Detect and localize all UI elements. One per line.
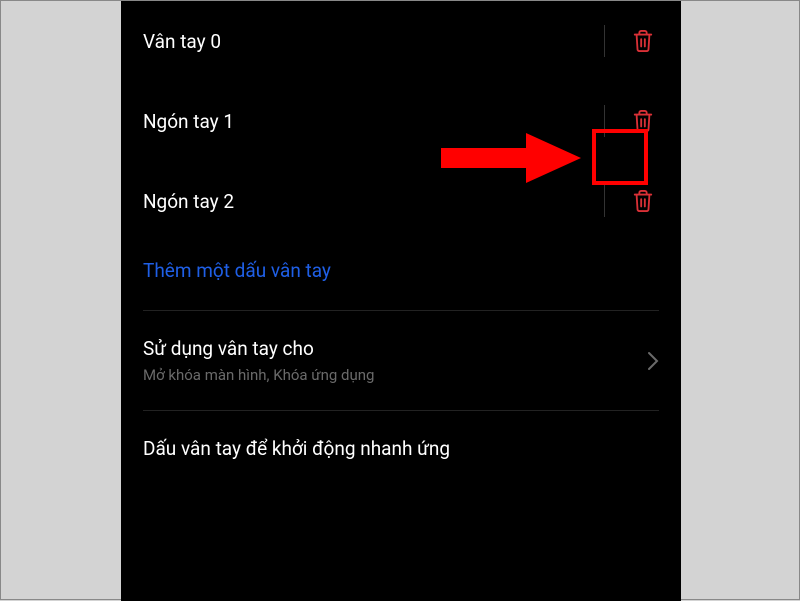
fingerprint-label: Vân tay 0 — [143, 30, 221, 53]
delete-fingerprint-button-0[interactable] — [625, 23, 661, 59]
vertical-divider — [604, 25, 605, 57]
use-fingerprint-for-row[interactable]: Sử dụng vân tay cho Mở khóa màn hình, Kh… — [121, 311, 681, 410]
phone-screen: Vân tay 0 Ngón tay 1 — [121, 1, 681, 601]
row-actions — [604, 1, 661, 81]
vertical-divider — [604, 105, 605, 137]
trash-icon — [632, 189, 654, 213]
fingerprint-row-0[interactable]: Vân tay 0 — [121, 1, 681, 81]
row-actions — [604, 81, 661, 161]
add-fingerprint-link[interactable]: Thêm một dấu vân tay — [121, 241, 681, 310]
chevron-right-icon — [647, 351, 659, 371]
nav-title: Sử dụng vân tay cho — [143, 337, 374, 360]
quick-launch-row-title[interactable]: Dấu vân tay để khởi động nhanh ứng — [121, 411, 681, 460]
fingerprint-row-2[interactable]: Ngón tay 2 — [121, 161, 681, 241]
fingerprint-label: Ngón tay 1 — [143, 110, 234, 133]
trash-icon — [632, 109, 654, 133]
delete-fingerprint-button-1[interactable] — [625, 103, 661, 139]
fingerprint-row-1[interactable]: Ngón tay 1 — [121, 81, 681, 161]
delete-fingerprint-button-2[interactable] — [625, 183, 661, 219]
row-actions — [604, 161, 661, 241]
fingerprint-label: Ngón tay 2 — [143, 190, 234, 213]
nav-subtitle: Mở khóa màn hình, Khóa ứng dụng — [143, 366, 374, 384]
trash-icon — [632, 29, 654, 53]
vertical-divider — [604, 185, 605, 217]
